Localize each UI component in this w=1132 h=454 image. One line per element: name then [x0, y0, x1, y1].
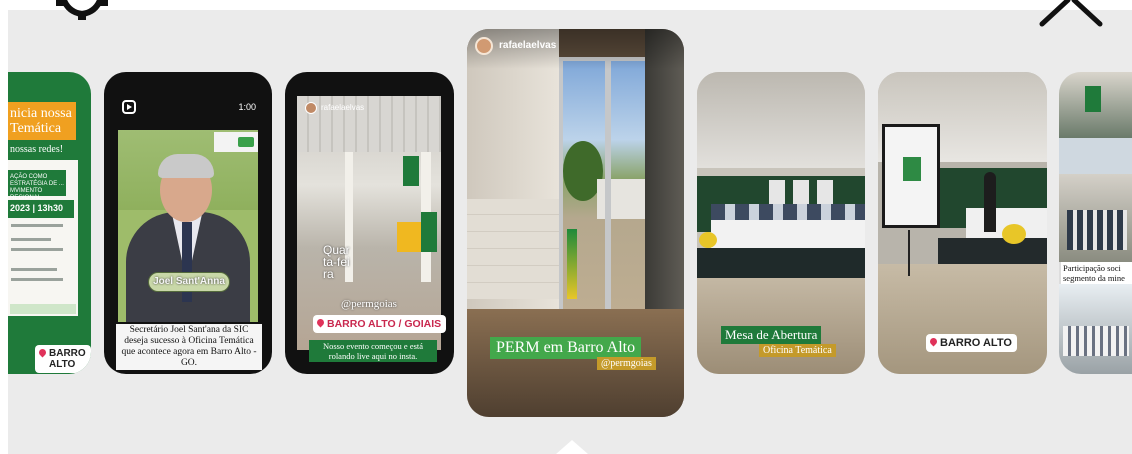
name-tag: Joel Sant'Anna [148, 272, 230, 292]
photo-banner [397, 222, 421, 252]
location-sticker[interactable]: BARRO ALTO / GOIAIS [313, 315, 447, 333]
poster-text-line [11, 224, 63, 227]
photo-flowers [1002, 224, 1026, 244]
location-text: BARRO ALTO [49, 348, 86, 370]
poster-logos [10, 304, 76, 314]
story-title-sticker: Mesa de Abertura [721, 326, 822, 344]
active-indicator-caret [556, 440, 588, 454]
photo-banner [403, 156, 419, 186]
photo-ceiling [697, 72, 865, 168]
photo-projector-screen [882, 124, 940, 228]
story-card-active[interactable]: rafaelaelvas PERM em Barro Alto @permgoi… [467, 29, 684, 417]
photo-door-frame [605, 57, 611, 327]
story-username[interactable]: rafaelaelvas [321, 103, 364, 112]
location-pin-icon [928, 336, 939, 347]
gear-icon[interactable] [56, 0, 108, 24]
location-text: BARRO ALTO / GOIAIS [327, 318, 442, 330]
poster-text-line [11, 278, 63, 281]
photo-flowers [699, 232, 717, 248]
location-sticker[interactable]: BARRO ALTO [926, 334, 1017, 352]
photo-ceiling [297, 96, 441, 152]
collage-photo [1059, 284, 1132, 374]
avatar[interactable] [475, 37, 493, 55]
logo-image [214, 132, 258, 152]
story-username[interactable]: rafaelaelvas [499, 40, 556, 51]
poster-text-line [11, 248, 63, 251]
collage-photo [1059, 138, 1132, 174]
photo-banner [421, 212, 437, 252]
story-caption: Secretário Joel Sant'ana da SIC deseja s… [116, 324, 262, 370]
photo-stage [697, 248, 865, 278]
avatar[interactable] [305, 102, 317, 114]
close-icon[interactable] [1038, 0, 1104, 28]
poster-subtitle: nossas redes! [10, 144, 64, 155]
photo-floor [878, 264, 1047, 374]
mention-sticker[interactable]: @permgoias [597, 357, 656, 370]
story-caption: Nosso evento começou e está rolando live… [309, 340, 437, 362]
poster-text-line [11, 268, 57, 271]
mention-sticker[interactable]: @permgoias [341, 298, 397, 310]
reel-icon [122, 100, 136, 114]
location-pin-icon [315, 317, 326, 328]
poster-heading-box: AÇÃO COMO ESTRATÉGIA DE ... MVIMENTO REG… [8, 170, 66, 201]
video-duration: 1:00 [238, 102, 256, 112]
story-title-sticker: PERM em Barro Alto [490, 337, 642, 359]
poster-text-line [11, 238, 51, 241]
collage-photo [1059, 72, 1132, 138]
poster-date: 2023 | 13h30 [8, 200, 74, 218]
photo-speaker [984, 172, 996, 232]
story-card-5[interactable]: Mesa de Abertura Oficina Temática [697, 72, 865, 374]
speaker-hair [158, 154, 214, 178]
story-card-7[interactable]: Participação soci segmento da mine [1059, 72, 1132, 374]
photo-tripod [908, 230, 910, 276]
photo-flag [567, 229, 577, 299]
poster-title: nicia nossa Temática [10, 106, 72, 136]
photo-stage [938, 238, 1047, 264]
photo-table [711, 220, 865, 248]
collage-photo [1059, 174, 1132, 262]
photo-tiles [467, 199, 559, 299]
story-card-6[interactable]: BARRO ALTO [878, 72, 1047, 374]
location-sticker: BARRO ALTO [35, 345, 91, 373]
story-card-2[interactable]: Joel Sant'Anna 1:00 Secretário Joel Sant… [104, 72, 272, 374]
location-pin-icon [37, 347, 48, 358]
story-card-1[interactable]: nicia nossa Temática nossas redes! AÇÃO … [8, 72, 91, 374]
collage-caption: Participação soci segmento da mine [1061, 262, 1132, 284]
day-sticker: Quar ta-fei ra [323, 243, 350, 281]
story-subtitle-sticker: Oficina Temática [759, 344, 836, 357]
story-card-3[interactable]: rafaelaelvas Quar ta-fei ra @permgoias B… [285, 72, 454, 374]
location-text: BARRO ALTO [940, 337, 1012, 349]
